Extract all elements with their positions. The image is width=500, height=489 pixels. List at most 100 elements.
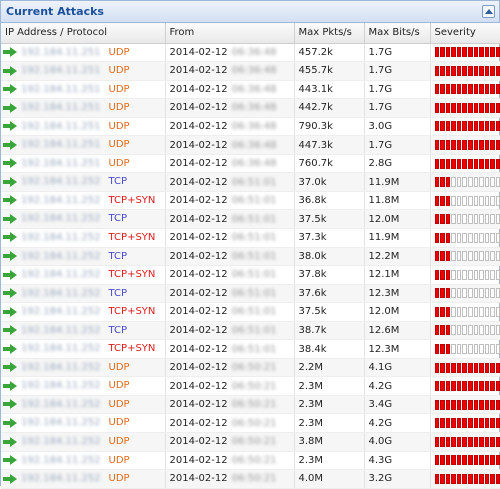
column-header-from[interactable]: From — [165, 23, 294, 43]
severity-segment — [451, 121, 456, 131]
ip-address[interactable]: 192.184.11.252 — [21, 380, 101, 391]
table-row[interactable]: 192.184.11.252TCP+SYN2014-02-1206:51:013… — [1, 340, 500, 359]
severity-segment — [474, 159, 479, 169]
panel-title: Current Attacks — [6, 5, 104, 18]
severity-segment — [468, 418, 473, 428]
severity-segment — [468, 474, 473, 484]
severity-segment — [457, 344, 462, 354]
ip-protocol-cell: 192.184.11.252UDP — [1, 432, 165, 451]
table-row[interactable]: 192.184.11.252TCP2014-02-1206:51:0137.5k… — [1, 210, 500, 229]
ip-address[interactable]: 192.184.11.251 — [21, 139, 101, 150]
severity-segment — [496, 121, 500, 131]
table-row[interactable]: 192.184.11.252UDP2014-02-1206:50:212.3M4… — [1, 377, 500, 396]
severity-segment — [490, 455, 495, 465]
severity-segment — [462, 251, 467, 261]
severity-segment — [474, 344, 479, 354]
table-row[interactable]: 192.184.11.251UDP2014-02-1206:36:48790.3… — [1, 117, 500, 136]
ip-address[interactable]: 192.184.11.252 — [21, 288, 101, 299]
ip-address[interactable]: 192.184.11.252 — [21, 232, 101, 243]
severity-segment — [485, 196, 490, 206]
table-row[interactable]: 192.184.11.252TCP+SYN2014-02-1206:51:013… — [1, 191, 500, 210]
ip-address[interactable]: 192.184.11.252 — [21, 399, 101, 410]
table-row[interactable]: 192.184.11.251UDP2014-02-1206:36:48457.2… — [1, 43, 500, 62]
column-header-max-bits[interactable]: Max Bits/s — [364, 23, 430, 43]
ip-address[interactable]: 192.184.11.251 — [21, 65, 101, 76]
severity-segment — [485, 140, 490, 150]
max-bits-cell: 12.6M — [364, 321, 430, 340]
severity-segment — [474, 121, 479, 131]
severity-segment — [446, 121, 451, 131]
ip-address[interactable]: 192.184.11.251 — [21, 158, 101, 169]
from-cell: 2014-02-1206:50:21 — [165, 451, 294, 470]
severity-bar — [435, 103, 500, 113]
table-row[interactable]: 192.184.11.251UDP2014-02-1206:36:48443.1… — [1, 80, 500, 99]
table-row[interactable]: 192.184.11.251UDP2014-02-1206:36:48760.7… — [1, 154, 500, 173]
table-row[interactable]: 192.184.11.252UDP2014-02-1206:50:212.3M3… — [1, 395, 500, 414]
severity-segment — [485, 363, 490, 373]
ip-address[interactable]: 192.184.11.252 — [21, 455, 101, 466]
ip-address[interactable]: 192.184.11.252 — [21, 325, 101, 336]
ip-address[interactable]: 192.184.11.252 — [21, 362, 101, 373]
ip-address[interactable]: 192.184.11.252 — [21, 176, 101, 187]
ip-address[interactable]: 192.184.11.251 — [21, 121, 101, 132]
collapse-up-icon — [485, 9, 493, 14]
severity-segment — [485, 288, 490, 298]
table-row[interactable]: 192.184.11.252TCP2014-02-1206:51:0137.0k… — [1, 173, 500, 192]
ip-address[interactable]: 192.184.11.252 — [21, 269, 101, 280]
severity-segment — [451, 196, 456, 206]
from-time: 06:50:21 — [232, 473, 277, 484]
ip-address[interactable]: 192.184.11.252 — [21, 195, 101, 206]
from-date: 2014-02-12 — [170, 140, 228, 151]
ip-address[interactable]: 192.184.11.252 — [21, 251, 101, 262]
ip-address[interactable]: 192.184.11.252 — [21, 343, 101, 354]
severity-cell — [430, 191, 500, 210]
table-row[interactable]: 192.184.11.251UDP2014-02-1206:36:48442.7… — [1, 99, 500, 118]
table-row[interactable]: 192.184.11.252TCP2014-02-1206:51:0138.0k… — [1, 247, 500, 266]
severity-segment — [496, 214, 500, 224]
collapse-button[interactable] — [482, 5, 495, 18]
severity-segment — [446, 233, 451, 243]
table-row[interactable]: 192.184.11.252TCP+SYN2014-02-1206:51:013… — [1, 228, 500, 247]
table-row[interactable]: 192.184.11.252UDP2014-02-1206:50:212.3M4… — [1, 451, 500, 470]
severity-segment — [462, 177, 467, 187]
ip-address[interactable]: 192.184.11.252 — [21, 473, 101, 484]
ip-address[interactable]: 192.184.11.252 — [21, 417, 101, 428]
severity-segment — [490, 307, 495, 317]
severity-segment — [440, 103, 445, 113]
column-header-severity[interactable]: Severity — [430, 23, 500, 43]
table-row[interactable]: 192.184.11.252UDP2014-02-1206:50:212.2M4… — [1, 358, 500, 377]
severity-segment — [446, 159, 451, 169]
protocol-label: UDP — [109, 84, 130, 95]
table-row[interactable]: 192.184.11.252TCP2014-02-1206:51:0138.7k… — [1, 321, 500, 340]
severity-segment — [457, 84, 462, 94]
table-row[interactable]: 192.184.11.252UDP2014-02-1206:50:213.8M4… — [1, 432, 500, 451]
ip-address[interactable]: 192.184.11.252 — [21, 436, 101, 447]
table-row[interactable]: 192.184.11.252TCP+SYN2014-02-1206:51:013… — [1, 303, 500, 322]
ip-address[interactable]: 192.184.11.251 — [21, 84, 101, 95]
severity-bar — [435, 344, 500, 354]
ip-address[interactable]: 192.184.11.251 — [21, 102, 101, 113]
max-pkts-cell: 37.5k — [294, 303, 364, 322]
table-row[interactable]: 192.184.11.252UDP2014-02-1206:50:214.0M3… — [1, 470, 500, 489]
severity-segment — [485, 474, 490, 484]
arrow-right-icon — [3, 437, 17, 447]
ip-address[interactable]: 192.184.11.251 — [21, 47, 101, 58]
severity-segment — [435, 214, 440, 224]
ip-address[interactable]: 192.184.11.252 — [21, 306, 101, 317]
arrow-right-icon — [3, 251, 17, 261]
column-header-ip-protocol[interactable]: IP Address / Protocol — [1, 23, 165, 43]
table-row[interactable]: 192.184.11.252TCP2014-02-1206:51:0137.6k… — [1, 284, 500, 303]
table-row[interactable]: 192.184.11.251UDP2014-02-1206:36:48455.7… — [1, 62, 500, 81]
severity-cell — [430, 62, 500, 81]
table-row[interactable]: 192.184.11.252TCP+SYN2014-02-1206:51:013… — [1, 266, 500, 285]
table-row[interactable]: 192.184.11.252UDP2014-02-1206:50:212.3M4… — [1, 414, 500, 433]
table-row[interactable]: 192.184.11.251UDP2014-02-1206:36:48447.3… — [1, 136, 500, 155]
ip-address[interactable]: 192.184.11.252 — [21, 213, 101, 224]
severity-segment — [457, 196, 462, 206]
column-header-max-pkts[interactable]: Max Pkts/s — [294, 23, 364, 43]
severity-segment — [474, 103, 479, 113]
max-pkts-cell: 37.5k — [294, 210, 364, 229]
protocol-label: TCP+SYN — [109, 343, 156, 354]
severity-segment — [485, 270, 490, 280]
severity-bar — [435, 84, 500, 94]
